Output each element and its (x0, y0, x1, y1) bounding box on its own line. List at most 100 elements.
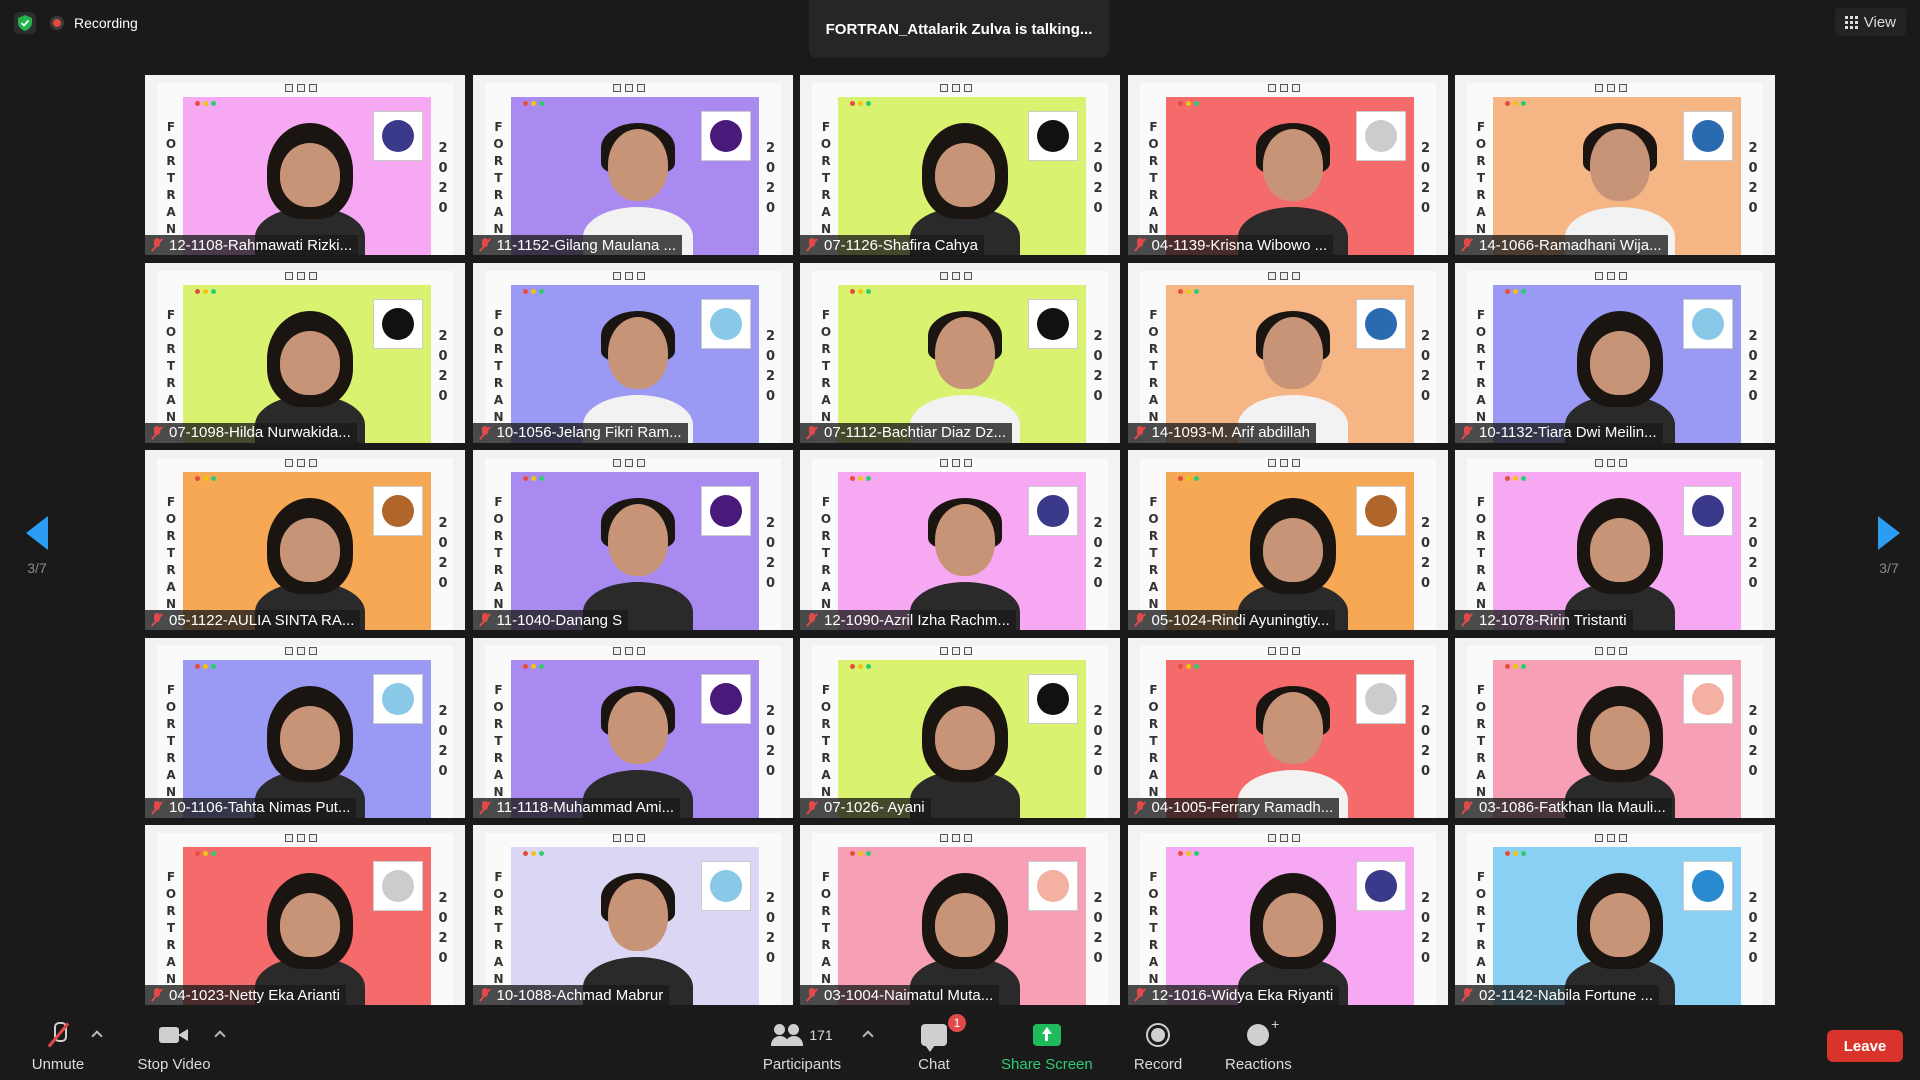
vertical-text-right: 2 0 2 0 (1093, 141, 1103, 216)
participant-name-label: 07-1026- Ayani (800, 797, 931, 818)
participant-name: 02-1142-Nabila Fortune ... (1479, 986, 1653, 1004)
prev-page-control[interactable]: 3/7 (12, 516, 62, 576)
participant-tile[interactable]: F O R T R A N 2 0 2 0 11-1040-Danang S (472, 450, 793, 630)
participants-options-chevron-icon[interactable] (862, 1030, 874, 1042)
participant-tile[interactable]: F O R T R A N 2 0 2 0 10-1056-Jelang Fikri… (472, 262, 793, 443)
participant-tile[interactable]: F O R T R A N 2 0 2 0 07-1126-Shafira Cahy… (800, 75, 1120, 255)
vertical-text-left: F O R T R A N (1148, 120, 1159, 236)
vertical-text-right: 2 0 2 0 (765, 141, 776, 216)
muted-mic-icon (806, 238, 818, 252)
participant-tile[interactable]: F O R T R A N 2 0 2 0 12-1090-Azril Izha R… (800, 450, 1120, 630)
participant-name: 11-1118-Muhammad Ami... (496, 799, 675, 816)
participant-tile[interactable]: F O R T R A N 2 0 2 0 10-1088-Achmad Mabru… (472, 825, 793, 1005)
window-controls-icon (1595, 84, 1635, 93)
participant-name-label: 10-1106-Tahta Nimas Put... (145, 797, 357, 818)
arrow-right-icon[interactable] (1878, 516, 1900, 550)
window-dots-icon (522, 288, 544, 294)
participant-name: 03-1004-Naimatul Muta... (824, 986, 994, 1004)
participant-tile[interactable]: F O R T R A N 2 0 2 0 04-1005-Ferrary Rama… (1127, 637, 1448, 818)
badge-logo-icon (700, 673, 751, 724)
participant-tile[interactable]: F O R T R A N 2 0 2 0 10-1132-Tiara Dwi Me… (1455, 262, 1775, 443)
participant-name-label: 04-1139-Krisna Wibowo ... (1127, 235, 1334, 255)
chat-button[interactable]: 1 Chat (916, 1014, 966, 1073)
window-controls-icon (1267, 271, 1308, 281)
stop-video-label: Stop Video (137, 1056, 211, 1073)
reactions-button[interactable]: Reactions (1225, 1016, 1292, 1073)
participant-tile[interactable]: F O R T R A N 2 0 2 0 07-1026- Ayani (800, 637, 1120, 818)
participants-count: 171 (809, 1027, 833, 1043)
vertical-text-right: 2 0 2 0 (438, 891, 448, 966)
recording-dot-icon (50, 16, 64, 30)
arrow-left-icon[interactable] (26, 516, 48, 550)
view-button[interactable]: View (1834, 8, 1906, 36)
grid-view-icon (1844, 15, 1858, 29)
participant-name-label: 10-1132-Tiara Dwi Meilin... (1455, 422, 1663, 443)
participant-tile[interactable]: F O R T R A N 2 0 2 0 05-1122-AULIA SINTA … (145, 450, 465, 630)
participant-tile[interactable]: F O R T R A N 2 0 2 0 03-1004-Naimatul Mut… (800, 825, 1120, 1005)
participant-tile[interactable]: F O R T R A N 2 0 2 0 14-1066-Ramadhani Wi… (1455, 75, 1775, 255)
participant-name: 11-1152-Gilang Maulana ... (496, 236, 677, 254)
active-speaker-banner: FORTRAN_Attalarik Zulva is talking... (809, 0, 1109, 58)
participant-name-label: 07-1112-Bachtiar Diaz Dz... (800, 422, 1013, 443)
participant-tile[interactable]: F O R T R A N 2 0 2 0 04-1139-Krisna Wibow… (1127, 75, 1448, 255)
stop-video-button[interactable]: Stop Video (136, 1020, 212, 1073)
vertical-text-left: F O R T R A N (493, 682, 504, 799)
participant-tile[interactable]: F O R T R A N 2 0 2 0 03-1086-Fatkhan Ila … (1455, 637, 1775, 818)
window-dots-icon (850, 288, 871, 294)
window-dots-icon (195, 851, 216, 856)
window-dots-icon (195, 476, 216, 481)
next-page-control[interactable]: 3/7 (1864, 516, 1914, 576)
window-controls-icon (1267, 459, 1308, 468)
badge-logo-icon (700, 298, 751, 349)
participant-name: 10-1056-Jelang Fikri Ram... (496, 424, 682, 441)
window-controls-icon (940, 84, 980, 93)
participant-name: 10-1088-Achmad Mabrur (496, 986, 664, 1004)
participant-name: 05-1122-AULIA SINTA RA... (169, 611, 355, 629)
window-dots-icon (522, 476, 544, 481)
vertical-text-right: 2 0 2 0 (1093, 328, 1103, 404)
participant-tile[interactable]: F O R T R A N 2 0 2 0 10-1106-Tahta Nimas … (145, 637, 465, 818)
muted-mic-icon (1461, 238, 1473, 252)
recording-indicator[interactable]: Recording (50, 15, 138, 31)
share-screen-button[interactable]: Share Screen (1001, 1020, 1093, 1073)
muted-mic-icon (151, 800, 163, 815)
window-controls-icon (285, 459, 325, 468)
muted-mic-icon (151, 613, 163, 627)
record-icon (1146, 1023, 1170, 1047)
record-button[interactable]: Record (1133, 1020, 1183, 1073)
chat-label: Chat (918, 1056, 950, 1073)
audio-options-chevron-icon[interactable] (91, 1030, 103, 1042)
window-controls-icon (1267, 84, 1308, 93)
participant-name-label: 02-1142-Nabila Fortune ... (1455, 985, 1659, 1005)
participant-tile[interactable]: F O R T R A N 2 0 2 0 12-1016-Widya Eka Ri… (1127, 825, 1448, 1005)
participant-name-label: 12-1090-Azril Izha Rachm... (800, 610, 1016, 630)
participant-tile[interactable]: F O R T R A N 2 0 2 0 11-1152-Gilang Maula… (472, 75, 793, 255)
participant-tile[interactable]: F O R T R A N 2 0 2 0 07-1112-Bachtiar Dia… (800, 262, 1120, 443)
badge-logo-icon (373, 111, 423, 161)
participant-tile[interactable]: F O R T R A N 2 0 2 0 04-1023-Netty Eka Ar… (145, 825, 465, 1005)
participant-name-label: 07-1126-Shafira Cahya (800, 235, 984, 255)
vertical-text-left: F O R T R A N (493, 495, 504, 611)
share-screen-label: Share Screen (1001, 1056, 1093, 1073)
leave-meeting-button[interactable]: Leave (1827, 1030, 1903, 1062)
participants-button[interactable]: 171 Participants (762, 1020, 842, 1073)
vertical-text-left: F O R T R A N (1475, 495, 1487, 611)
participant-tile[interactable]: F O R T R A N 2 0 2 0 12-1078-Ririn Trista… (1455, 450, 1775, 630)
video-options-chevron-icon[interactable] (214, 1030, 226, 1042)
vertical-text-left: F O R T R A N (820, 307, 832, 424)
security-shield-icon[interactable] (14, 12, 36, 34)
vertical-text-right: 2 0 2 0 (1420, 703, 1431, 779)
participant-tile[interactable]: F O R T R A N 2 0 2 0 05-1024-Rindi Ayunin… (1127, 450, 1448, 630)
leave-label: Leave (1843, 1037, 1887, 1055)
vertical-text-right: 2 0 2 0 (765, 891, 776, 966)
participant-tile[interactable]: F O R T R A N 2 0 2 0 14-1093-M. Arif abdi… (1127, 262, 1448, 443)
badge-logo-icon (373, 861, 423, 911)
muted-mic-icon (1134, 800, 1146, 815)
participant-tile[interactable]: F O R T R A N 2 0 2 0 12-1108-Rahmawati Ri… (145, 75, 465, 255)
vertical-text-left: F O R T R A N (1475, 870, 1487, 986)
participant-tile[interactable]: F O R T R A N 2 0 2 0 11-1118-Muhammad Ami… (472, 637, 793, 818)
participant-tile[interactable]: F O R T R A N 2 0 2 0 07-1098-Hilda Nurwak… (145, 262, 465, 443)
participant-tile[interactable]: F O R T R A N 2 0 2 0 02-1142-Nabila Fortu… (1455, 825, 1775, 1005)
unmute-button[interactable]: Unmute (30, 1020, 86, 1073)
badge-logo-icon (373, 298, 423, 349)
